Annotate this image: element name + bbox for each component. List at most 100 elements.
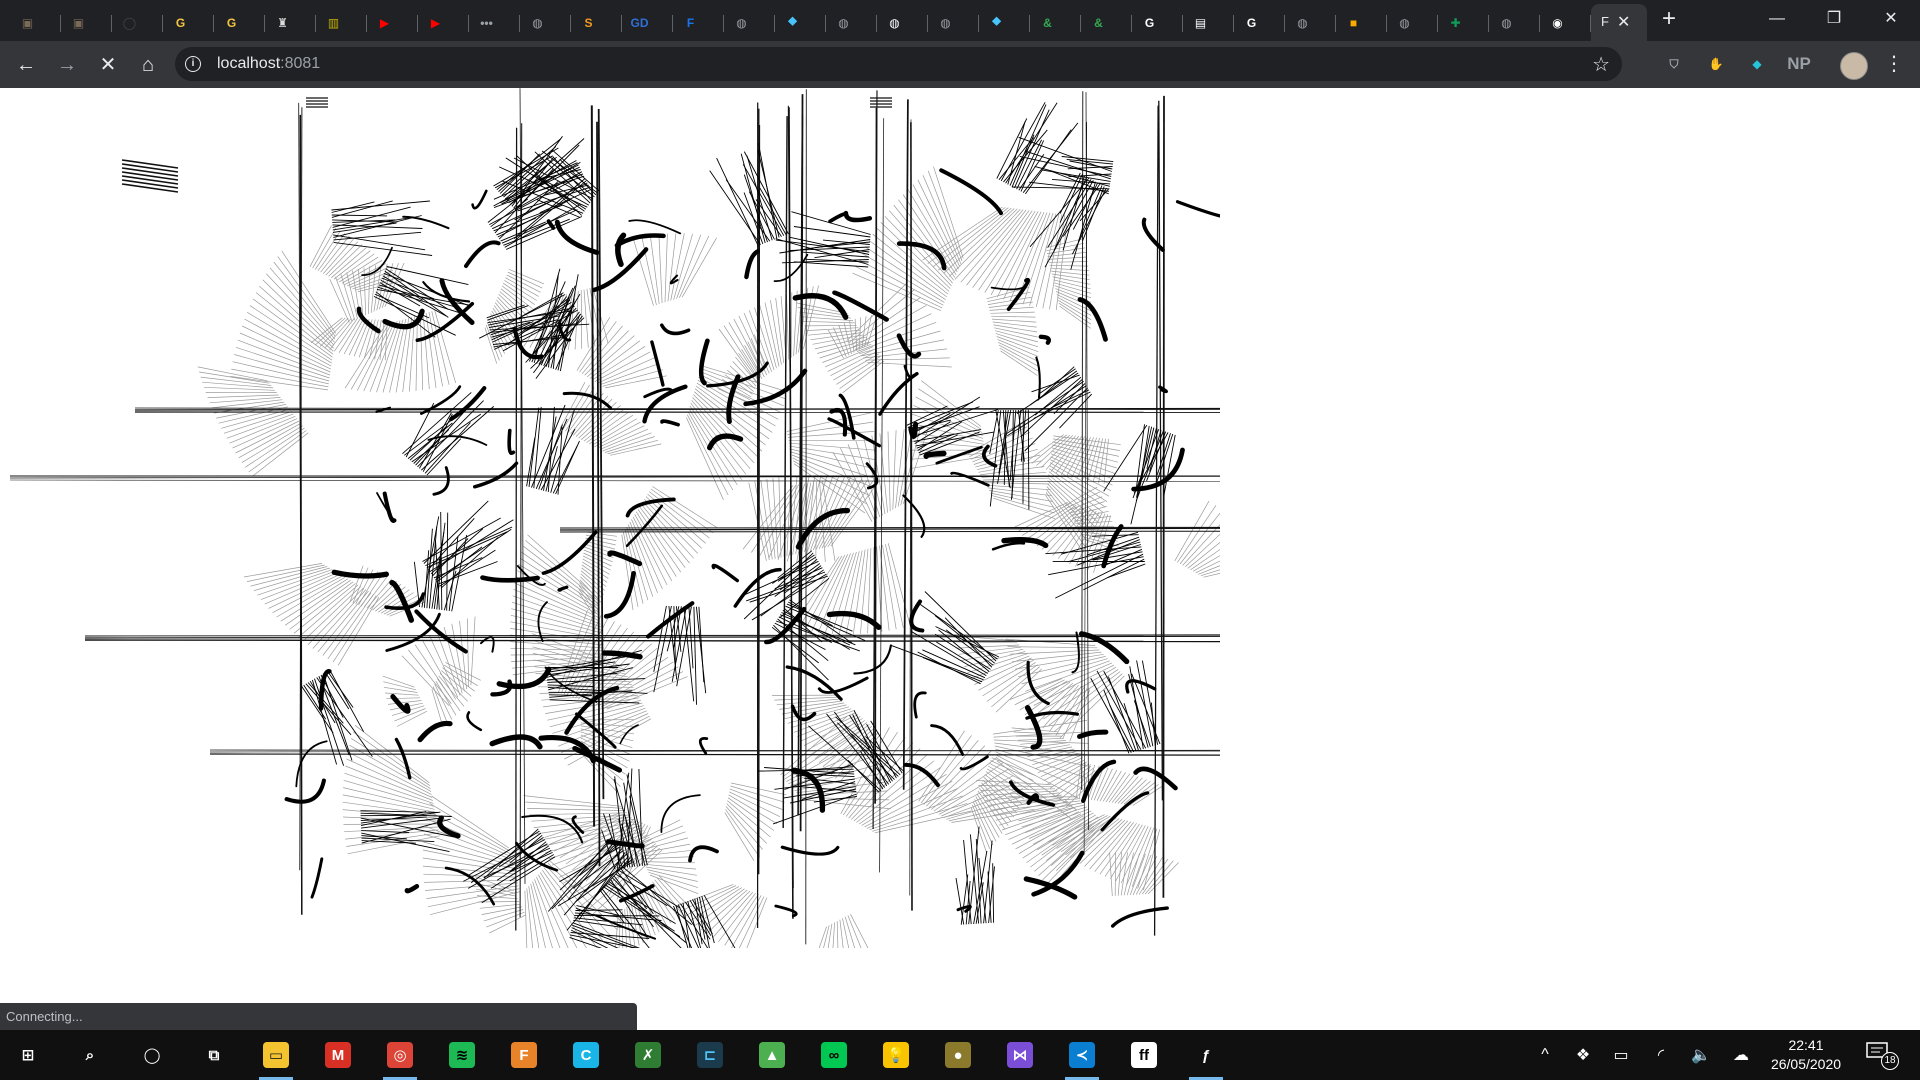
site-info-icon[interactable]: i bbox=[185, 56, 201, 72]
browser-tab[interactable]: & bbox=[1081, 4, 1132, 41]
ink-curve bbox=[310, 857, 324, 899]
hatch-stroke bbox=[350, 323, 389, 390]
browser-tab[interactable]: GD bbox=[622, 4, 673, 41]
browser-tab[interactable]: ✚ bbox=[1438, 4, 1489, 41]
stop-loading-button[interactable]: ✕ bbox=[94, 51, 122, 79]
hatch-stroke bbox=[832, 922, 835, 948]
system-clock[interactable]: 22:41 26/05/2020 bbox=[1756, 1036, 1856, 1074]
browser-tab[interactable]: S bbox=[571, 4, 622, 41]
browser-tab[interactable]: ◯ bbox=[112, 4, 163, 41]
browser-tab[interactable]: ▶ bbox=[367, 4, 418, 41]
browser-tab[interactable]: ••• bbox=[469, 4, 520, 41]
taskbar-item[interactable]: ƒ bbox=[1182, 1030, 1230, 1080]
browser-tab[interactable]: ◍ bbox=[724, 4, 775, 41]
hatch-stroke bbox=[978, 210, 1033, 291]
browser-tab[interactable]: ■ bbox=[1336, 4, 1387, 41]
shield-extension-icon[interactable]: ⛉ bbox=[1663, 53, 1685, 75]
hatch-stroke bbox=[938, 207, 1012, 271]
browser-tab[interactable]: ▣ bbox=[10, 4, 61, 41]
hatch-stroke bbox=[923, 740, 979, 805]
hatch-stroke bbox=[121, 183, 179, 193]
cloud-icon[interactable]: ☁ bbox=[1726, 1030, 1756, 1080]
taskbar-item[interactable]: C bbox=[562, 1030, 610, 1080]
browser-tab[interactable]: ◍ bbox=[928, 4, 979, 41]
hatch-stroke bbox=[1035, 213, 1060, 308]
hatch-stroke bbox=[605, 375, 667, 389]
hatch-stroke bbox=[847, 915, 862, 948]
hand-extension-icon[interactable]: ✋ bbox=[1705, 53, 1727, 75]
browser-tab[interactable]: F bbox=[673, 4, 724, 41]
hatch-stroke bbox=[506, 274, 541, 293]
profile-avatar[interactable] bbox=[1840, 52, 1868, 80]
gem-extension-icon[interactable]: ◆ bbox=[1746, 53, 1768, 75]
browser-tab[interactable]: G bbox=[214, 4, 265, 41]
taskbar-item[interactable]: ● bbox=[934, 1030, 982, 1080]
taskbar-item[interactable]: ⋈ bbox=[996, 1030, 1044, 1080]
restore-button[interactable]: ❐ bbox=[1811, 0, 1857, 41]
hatch-stroke bbox=[596, 425, 645, 449]
taskbar-item[interactable]: ✗ bbox=[624, 1030, 672, 1080]
browser-tab[interactable]: ◍ bbox=[826, 4, 877, 41]
chevron-up-icon[interactable]: ^ bbox=[1530, 1030, 1560, 1080]
taskbar-item[interactable]: ▭ bbox=[252, 1030, 300, 1080]
browser-menu-icon[interactable]: ⋮ bbox=[1884, 51, 1904, 76]
taskbar-item[interactable]: ◎ bbox=[376, 1030, 424, 1080]
browser-tab[interactable]: ▶ bbox=[418, 4, 469, 41]
wifi-icon[interactable]: ◜ bbox=[1646, 1030, 1676, 1080]
browser-tab[interactable]: ⯁ bbox=[979, 4, 1030, 41]
minimize-button[interactable]: — bbox=[1754, 0, 1800, 41]
browser-tab[interactable]: ◍ bbox=[1489, 4, 1540, 41]
forward-button[interactable]: → bbox=[53, 51, 81, 79]
taskbar-item[interactable]: ⧉ bbox=[190, 1030, 238, 1080]
dropbox-icon[interactable]: ❖ bbox=[1568, 1030, 1598, 1080]
home-button[interactable]: ⌂ bbox=[134, 51, 162, 79]
browser-tab[interactable]: ◍ bbox=[877, 4, 928, 41]
browser-tab[interactable]: ◉ bbox=[1540, 4, 1591, 41]
np-extension-icon[interactable]: NP bbox=[1784, 53, 1814, 75]
volume-icon[interactable]: 🔈 bbox=[1686, 1030, 1716, 1080]
taskbar-item[interactable]: M bbox=[314, 1030, 362, 1080]
taskbar-item[interactable]: ⌕ bbox=[66, 1030, 114, 1080]
battery-icon[interactable]: ▭ bbox=[1606, 1030, 1636, 1080]
browser-tab[interactable]: ♜ bbox=[265, 4, 316, 41]
browser-tab[interactable]: ▣ bbox=[61, 4, 112, 41]
taskbar-item[interactable]: ◯ bbox=[128, 1030, 176, 1080]
taskbar-item[interactable]: ⊏ bbox=[686, 1030, 734, 1080]
taskbar-item[interactable]: 💡 bbox=[872, 1030, 920, 1080]
notification-icon[interactable]: 18 bbox=[1866, 1042, 1899, 1070]
hatch-stroke bbox=[203, 386, 275, 391]
browser-tab[interactable]: G bbox=[163, 4, 214, 41]
taskbar-item[interactable]: ≋ bbox=[438, 1030, 486, 1080]
ink-bundle-stroke bbox=[1016, 372, 1079, 414]
clock-time: 22:41 bbox=[1788, 1037, 1824, 1053]
browser-tab[interactable]: ◍ bbox=[520, 4, 571, 41]
browser-tab[interactable]: ▤ bbox=[1183, 4, 1234, 41]
browser-tab[interactable]: G bbox=[1132, 4, 1183, 41]
browser-tab[interactable]: ▥ bbox=[316, 4, 367, 41]
browser-tab[interactable]: ⯁ bbox=[775, 4, 826, 41]
taskbar-item[interactable]: ▲ bbox=[748, 1030, 796, 1080]
browser-tab[interactable]: ◍ bbox=[1387, 4, 1438, 41]
ink-curve bbox=[516, 565, 546, 586]
bookmark-star-icon[interactable]: ☆ bbox=[1592, 52, 1610, 77]
taskbar-item[interactable]: F bbox=[500, 1030, 548, 1080]
close-window-button[interactable]: ✕ bbox=[1868, 0, 1914, 41]
taskbar-item[interactable]: ⊞ bbox=[4, 1030, 52, 1080]
hatch-stroke bbox=[523, 795, 622, 807]
status-bubble: Connecting... bbox=[0, 1003, 637, 1030]
back-button[interactable]: ← bbox=[12, 51, 40, 79]
taskbar-item[interactable]: ∞ bbox=[810, 1030, 858, 1080]
new-tab-button[interactable]: + bbox=[1656, 6, 1682, 32]
url-text[interactable]: localhost:8081 bbox=[217, 55, 320, 73]
hatch-stroke bbox=[344, 324, 386, 389]
browser-tab[interactable]: G bbox=[1234, 4, 1285, 41]
taskbar-item[interactable]: ff bbox=[1120, 1030, 1168, 1080]
clock-date: 26/05/2020 bbox=[1770, 1056, 1842, 1072]
tab-list: ▣ ▣ ◯ G G ♜ ▥ ▶ ▶ ••• ◍ S GD F ◍ ⯁ ◍ ◍ ◍ ⯁ & & G ▤ G ◍ ■ ◍ ✚ ◍ ◉ F ✕ bbox=[10, 4, 1647, 41]
active-tab[interactable]: F ✕ bbox=[1591, 4, 1647, 41]
taskbar-item[interactable]: ≺ bbox=[1058, 1030, 1106, 1080]
close-tab-icon[interactable]: ✕ bbox=[1617, 12, 1630, 32]
browser-tab[interactable]: & bbox=[1030, 4, 1081, 41]
browser-tab[interactable]: ◍ bbox=[1285, 4, 1336, 41]
address-bar[interactable]: i localhost:8081 ☆ bbox=[175, 47, 1622, 81]
